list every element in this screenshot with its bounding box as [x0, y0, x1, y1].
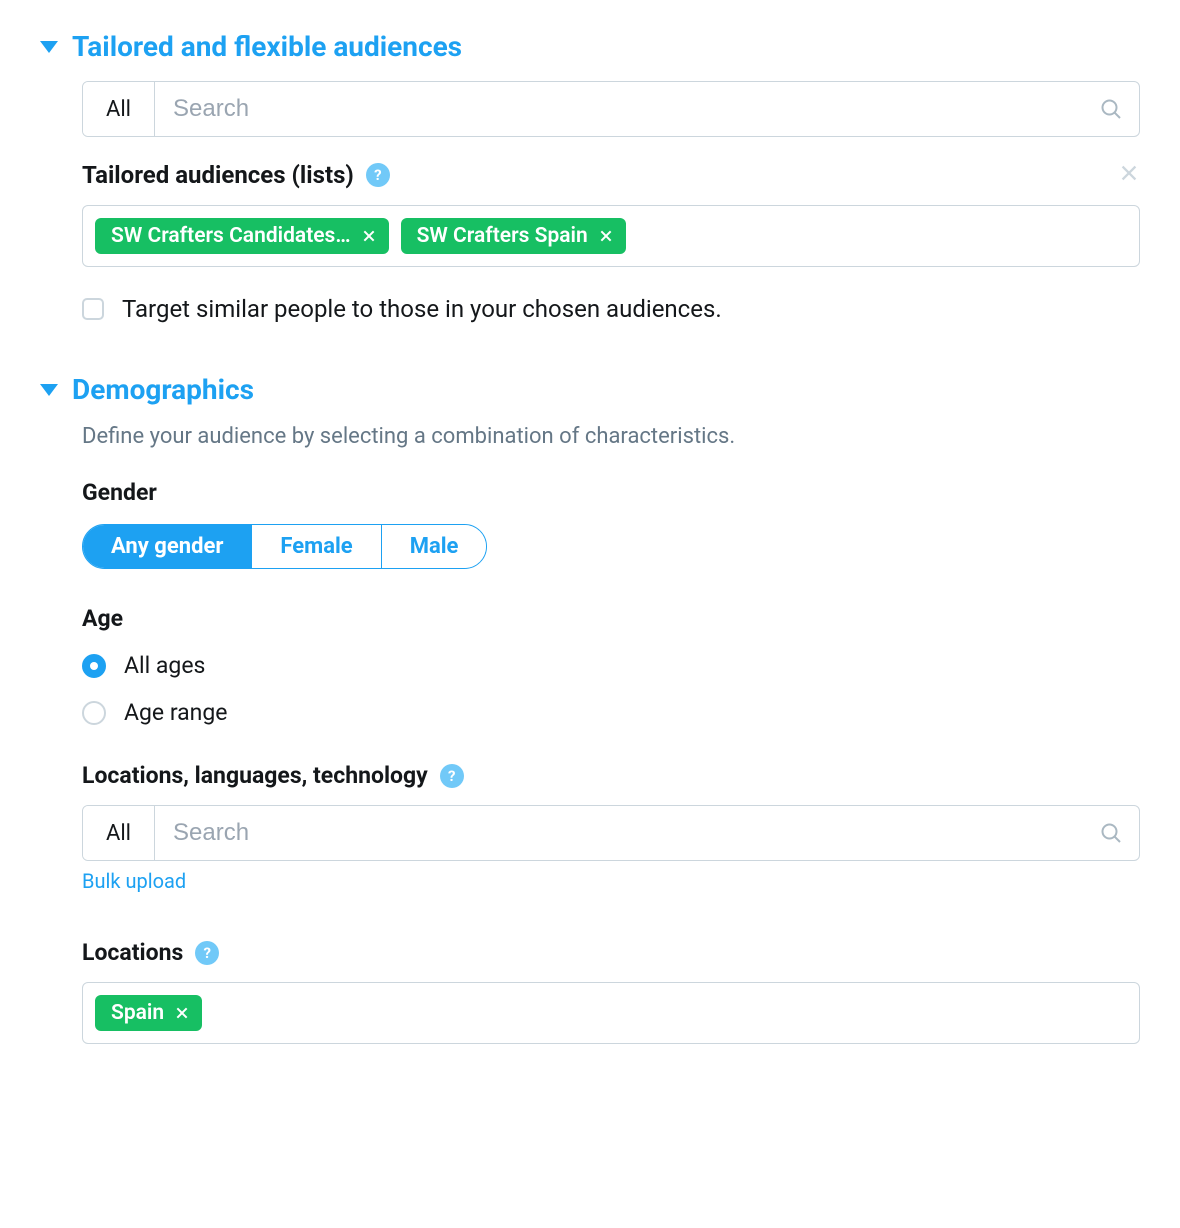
age-option-all-row: All ages — [82, 652, 1140, 679]
audience-chip: SW Crafters Candidates… — [95, 218, 389, 254]
gender-option-female[interactable]: Female — [252, 525, 381, 568]
tailored-audiences-label-row: Tailored audiences (lists) ? — [82, 161, 1140, 189]
audience-chip: SW Crafters Spain — [401, 218, 626, 254]
audiences-section: Tailored and flexible audiences All Tail… — [40, 30, 1140, 323]
help-icon[interactable]: ? — [195, 941, 219, 965]
audiences-title: Tailored and flexible audiences — [72, 30, 462, 63]
chip-label: SW Crafters Candidates… — [111, 224, 351, 248]
age-label: Age — [82, 605, 1140, 632]
tailored-audiences-label-text: Tailored audiences (lists) — [82, 161, 354, 189]
llt-search-filter[interactable]: All — [83, 806, 155, 860]
age-subsection: Age All ages Age range — [82, 605, 1140, 726]
gender-pill-group: Any gender Female Male — [82, 524, 487, 569]
close-icon[interactable] — [1118, 162, 1140, 188]
chip-remove-icon[interactable] — [174, 1005, 190, 1021]
demographics-title: Demographics — [72, 373, 254, 406]
chip-remove-icon[interactable] — [598, 228, 614, 244]
location-chip: Spain — [95, 995, 202, 1031]
llt-label-text: Locations, languages, technology — [82, 762, 428, 789]
similar-people-label: Target similar people to those in your c… — [122, 295, 722, 323]
gender-subsection: Gender Any gender Female Male — [82, 479, 1140, 569]
llt-subsection: Locations, languages, technology ? All B… — [82, 762, 1140, 921]
llt-label: Locations, languages, technology ? — [82, 762, 1140, 789]
tailored-audiences-chips[interactable]: SW Crafters Candidates… SW Crafters Spai… — [82, 205, 1140, 267]
similar-people-row: Target similar people to those in your c… — [82, 295, 1140, 323]
audiences-search-input[interactable] — [155, 82, 1083, 136]
locations-subsection: Locations ? Spain — [82, 939, 1140, 1044]
help-icon[interactable]: ? — [366, 163, 390, 187]
help-icon[interactable]: ? — [440, 764, 464, 788]
age-option-range-row: Age range — [82, 699, 1140, 726]
tailored-audiences-label: Tailored audiences (lists) ? — [82, 161, 390, 189]
search-icon[interactable] — [1083, 82, 1139, 136]
age-radio-all-label: All ages — [124, 652, 205, 679]
demographics-subtitle: Define your audience by selecting a comb… — [82, 424, 1140, 449]
audiences-search-filter[interactable]: All — [83, 82, 155, 136]
similar-people-checkbox[interactable] — [82, 298, 104, 320]
chip-label: SW Crafters Spain — [417, 224, 588, 248]
age-radio-range[interactable] — [82, 701, 106, 725]
gender-label: Gender — [82, 479, 1140, 506]
audiences-search-row: All — [82, 81, 1140, 137]
caret-down-icon — [40, 41, 58, 53]
chip-remove-icon[interactable] — [361, 228, 377, 244]
locations-chips[interactable]: Spain — [82, 982, 1140, 1044]
gender-option-any[interactable]: Any gender — [83, 525, 252, 568]
audiences-header[interactable]: Tailored and flexible audiences — [40, 30, 1140, 63]
llt-search-input[interactable] — [155, 806, 1083, 860]
bulk-upload-link[interactable]: Bulk upload — [82, 869, 186, 893]
search-icon[interactable] — [1083, 806, 1139, 860]
demographics-section: Demographics Define your audience by sel… — [40, 373, 1140, 1044]
llt-search-row: All — [82, 805, 1140, 861]
age-radio-range-label: Age range — [124, 699, 228, 726]
gender-option-male[interactable]: Male — [382, 525, 487, 568]
demographics-header[interactable]: Demographics — [40, 373, 1140, 406]
locations-label: Locations ? — [82, 939, 1140, 966]
caret-down-icon — [40, 384, 58, 396]
chip-label: Spain — [111, 1001, 164, 1025]
age-radio-all[interactable] — [82, 654, 106, 678]
locations-label-text: Locations — [82, 939, 183, 966]
